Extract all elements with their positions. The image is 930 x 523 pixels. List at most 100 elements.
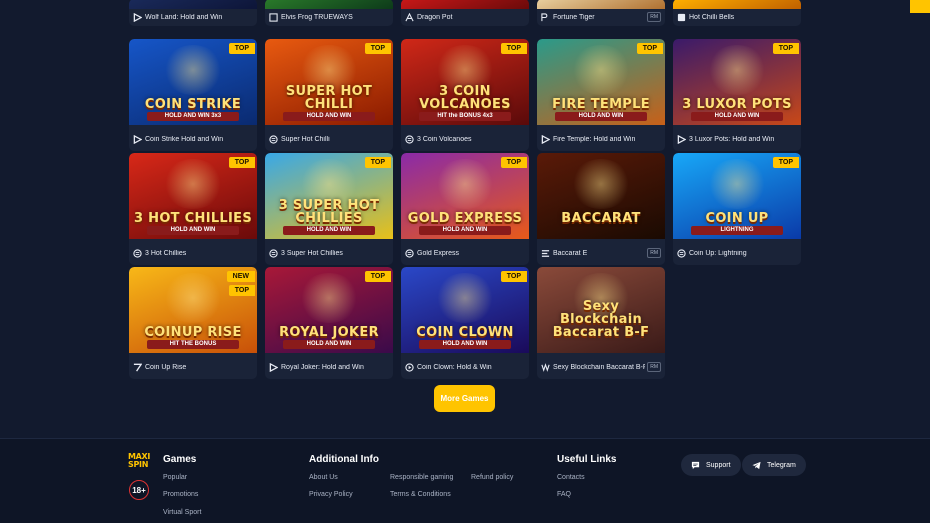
game-art-subtitle: HOLD AND WIN (691, 112, 783, 121)
game-thumbnail[interactable]: BACCARAT (537, 153, 665, 239)
game-thumbnail[interactable]: COIN CLOWN HOLD AND WIN TOP (401, 267, 529, 353)
game-thumbnail[interactable]: GOLD EXPRESS HOLD AND WIN TOP (401, 153, 529, 239)
game-name[interactable]: 3 Super Hot Chillies (281, 250, 389, 257)
game-art-subtitle: HOLD AND WIN (419, 340, 511, 349)
game-card[interactable]: GOLD EXPRESS HOLD AND WIN TOP Gold Express (401, 153, 529, 265)
game-name[interactable]: Coin Up Rise (145, 364, 253, 371)
rm-tag: RM (647, 248, 661, 258)
sexy-logo (541, 362, 550, 372)
thumbnail-glow (299, 273, 359, 323)
game-name[interactable]: Coin Up: Lightning (689, 250, 797, 257)
top-badge: TOP (228, 157, 255, 168)
pg-logo (541, 12, 550, 22)
game-thumbnail[interactable]: Sexy Blockchain Baccarat B-F (537, 267, 665, 353)
game-name[interactable]: 3 Hot Chillies (145, 250, 253, 257)
game-card[interactable]: FIRE TEMPLE HOLD AND WIN TOP Fire Temple: H… (537, 39, 665, 151)
game-thumbnail[interactable] (673, 0, 801, 9)
footer-link-responsible-gaming[interactable]: Responsible gaming (390, 474, 453, 481)
game-card[interactable]: BACCARAT Baccarat E RM (537, 153, 665, 265)
game-thumbnail[interactable]: SUPER HOT CHILLI HOLD AND WIN TOP (265, 39, 393, 125)
game-name[interactable]: Fire Temple: Hold and Win (553, 136, 661, 143)
game-card[interactable]: COIN UP LIGHTNING TOP Coin Up: Lightning (673, 153, 801, 265)
game-name[interactable]: Elvis Frog TRUEWAYS (281, 14, 389, 21)
game-art-title: 3 HOT CHILLIES (133, 211, 252, 226)
game-card[interactable]: COIN CLOWN HOLD AND WIN TOP Coin Clown: Hol… (401, 267, 529, 379)
footer-link-refund-policy[interactable]: Refund policy (471, 474, 513, 481)
game-art-subtitle: HOLD AND WIN (283, 226, 375, 235)
top-badge: TOP (500, 271, 527, 282)
game-thumbnail[interactable]: COIN STRIKE HOLD AND WIN 3x3 TOP (129, 39, 257, 125)
game-name[interactable]: Royal Joker: Hold and Win (281, 364, 389, 371)
game-name[interactable]: Gold Express (417, 250, 525, 257)
telegram-icon (752, 461, 761, 469)
game-name[interactable]: Baccarat E (553, 250, 645, 257)
game-card-footer: 3 Super Hot Chillies (265, 241, 393, 265)
game-thumbnail[interactable] (537, 0, 665, 9)
game-card-footer: Hot Chilli Bells (673, 9, 801, 25)
footer-link-contacts[interactable]: Contacts (557, 474, 585, 481)
game-name[interactable]: Sexy Blockchain Baccarat B-F (553, 364, 645, 371)
game-name[interactable]: Fortune Tiger (553, 14, 645, 21)
game-name[interactable]: Coin Strike Hold and Win (145, 136, 253, 143)
game-art-title: FIRE TEMPLE (552, 97, 650, 112)
game-card[interactable]: Fortune Tiger RM (537, 0, 665, 26)
game-name[interactable]: Coin Clown: Hold & Win (417, 364, 525, 371)
game-name[interactable]: Wolf Land: Hold and Win (145, 14, 253, 21)
game-thumbnail[interactable] (401, 0, 529, 9)
footer-link-privacy-policy[interactable]: Privacy Policy (309, 491, 353, 498)
game-art-title: 3 SUPER HOT CHILLIES (278, 198, 380, 226)
game-card-footer: 3 Hot Chillies (129, 241, 257, 265)
game-card[interactable]: ROYAL JOKER HOLD AND WIN TOP Royal Joker: H… (265, 267, 393, 379)
game-art-subtitle: HOLD AND WIN (283, 340, 375, 349)
game-art-subtitle: HOLD AND WIN (283, 112, 375, 121)
game-card-footer: Royal Joker: Hold and Win (265, 355, 393, 379)
game-card-footer: Fortune Tiger RM (537, 9, 665, 25)
game-card-footer: Wolf Land: Hold and Win (129, 9, 257, 25)
game-thumbnail[interactable]: COINUP RISE HIT THE BONUS NEW TOP (129, 267, 257, 353)
footer-link-faq[interactable]: FAQ (557, 491, 571, 498)
game-card[interactable]: Dragon Pot (401, 0, 529, 26)
game-thumbnail[interactable]: 3 COIN VOLCANOES HIT the BONUS 4x3 TOP (401, 39, 529, 125)
game-card[interactable]: Sexy Blockchain Baccarat B-F Sexy Blockch… (537, 267, 665, 379)
footer-link-virtual-sport[interactable]: Virtual Sport (163, 509, 201, 516)
game-card[interactable]: 3 HOT CHILLIES HOLD AND WIN TOP 3 Hot Chill… (129, 153, 257, 265)
footer-link-about-us[interactable]: About Us (309, 474, 338, 481)
maxispin-logo[interactable]: MAXI SPIN (128, 453, 152, 471)
game-thumbnail[interactable]: 3 HOT CHILLIES HOLD AND WIN TOP (129, 153, 257, 239)
game-thumbnail[interactable] (129, 0, 257, 9)
game-card-footer: Coin Up Rise (129, 355, 257, 379)
more-games-button[interactable]: More Games (434, 385, 495, 412)
game-name[interactable]: Hot Chilli Bells (689, 14, 797, 21)
game-thumbnail[interactable]: ROYAL JOKER HOLD AND WIN TOP (265, 267, 393, 353)
footer-link-terms[interactable]: Terms & Conditions (390, 491, 451, 498)
game-name[interactable]: 3 Luxor Pots: Hold and Win (689, 136, 797, 143)
telegram-button[interactable]: Telegram (742, 454, 806, 476)
game-name[interactable]: Super Hot Chilli (281, 136, 389, 143)
game-card[interactable]: SUPER HOT CHILLI HOLD AND WIN TOP Super Hot… (265, 39, 393, 151)
game-name[interactable]: Dragon Pot (417, 14, 525, 21)
3oaks-logo (405, 248, 414, 258)
thumbnail-glow (571, 159, 631, 209)
game-thumbnail[interactable]: COIN UP LIGHTNING TOP (673, 153, 801, 239)
game-card[interactable]: COIN STRIKE HOLD AND WIN 3x3 TOP Coin Strik… (129, 39, 257, 151)
game-card[interactable]: 3 SUPER HOT CHILLIES HOLD AND WIN TOP 3 Sup… (265, 153, 393, 265)
game-card[interactable]: COINUP RISE HIT THE BONUS NEW TOP Coin Up Ri… (129, 267, 257, 379)
game-name[interactable]: 3 Coin Volcanoes (417, 136, 525, 143)
telegram-label: Telegram (767, 461, 796, 469)
footer-link-promotions[interactable]: Promotions (163, 491, 198, 498)
game-card[interactable]: 3 LUXOR POTS HOLD AND WIN TOP 3 Luxor Pots:… (673, 39, 801, 151)
support-button[interactable]: Support (681, 454, 741, 476)
game-card[interactable]: Hot Chilli Bells (673, 0, 801, 26)
game-art-title: BACCARAT (561, 211, 641, 226)
top-badge: TOP (636, 43, 663, 54)
game-thumbnail[interactable]: FIRE TEMPLE HOLD AND WIN TOP (537, 39, 665, 125)
footer-link-popular[interactable]: Popular (163, 474, 187, 481)
game-thumbnail[interactable] (265, 0, 393, 9)
corner-tab[interactable] (910, 0, 930, 13)
game-thumbnail[interactable]: 3 LUXOR POTS HOLD AND WIN TOP (673, 39, 801, 125)
game-card[interactable]: 3 COIN VOLCANOES HIT the BONUS 4x3 TOP 3 Co… (401, 39, 529, 151)
game-card[interactable]: Wolf Land: Hold and Win (129, 0, 257, 26)
booongo-logo (677, 13, 686, 22)
game-thumbnail[interactable]: 3 SUPER HOT CHILLIES HOLD AND WIN TOP (265, 153, 393, 239)
game-card[interactable]: Elvis Frog TRUEWAYS (265, 0, 393, 26)
